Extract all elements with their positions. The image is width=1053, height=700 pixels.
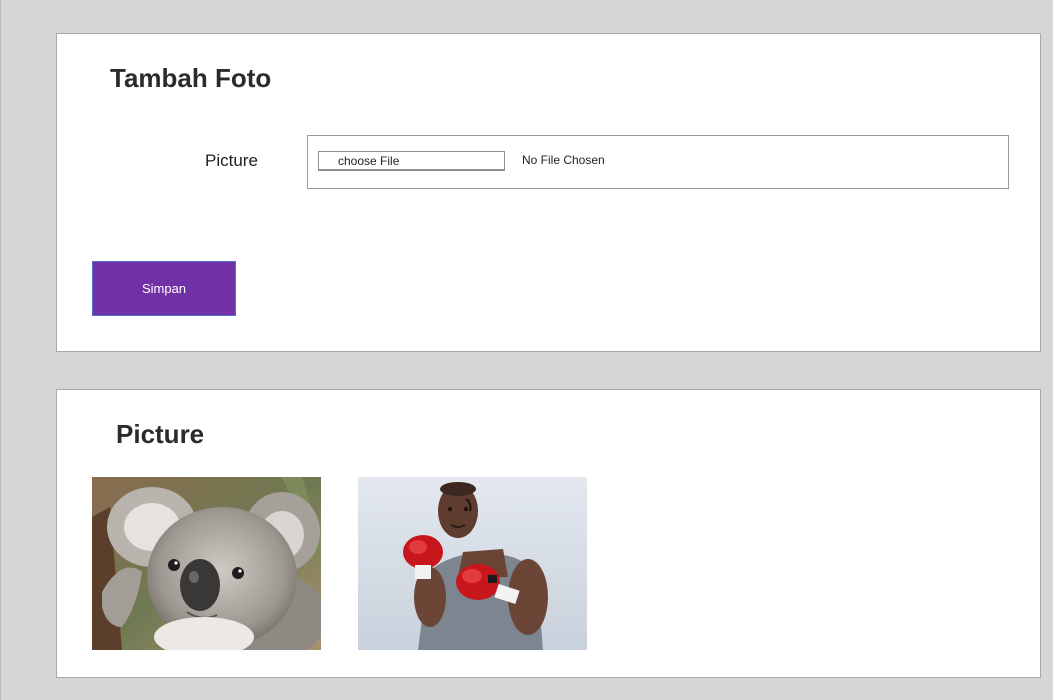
gallery-panel: Picture — [56, 389, 1041, 678]
upload-panel-title: Tambah Foto — [110, 63, 272, 93]
file-status-text: No File Chosen — [522, 153, 605, 167]
gallery-panel-title: Picture — [116, 419, 205, 449]
left-edge-rule — [0, 0, 1, 700]
boxer-image — [358, 477, 587, 650]
file-input-field[interactable]: choose File No File Chosen — [307, 135, 1009, 189]
koala-image — [92, 477, 321, 650]
koala-photo[interactable] — [92, 477, 321, 650]
save-button[interactable]: Simpan — [92, 261, 236, 316]
choose-file-button[interactable]: choose File — [318, 151, 505, 171]
upload-panel: Tambah Foto Picture choose File No File … — [56, 33, 1041, 352]
boxer-photo[interactable] — [358, 477, 587, 650]
picture-field-label: Picture — [205, 151, 258, 170]
